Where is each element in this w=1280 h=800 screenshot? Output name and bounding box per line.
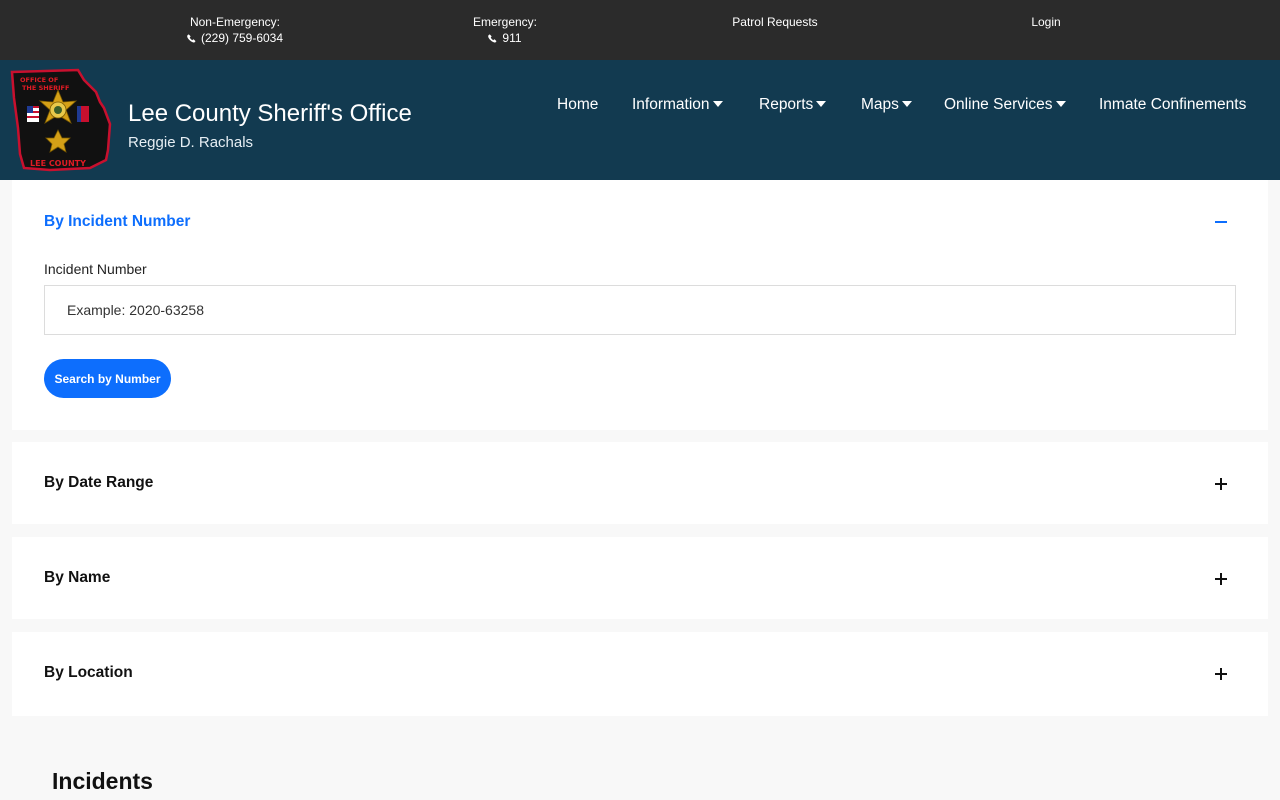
panel-by-name: By Name — [12, 537, 1268, 619]
plus-icon[interactable] — [1214, 667, 1228, 681]
non-emergency-phone: (229) 759-6034 — [200, 31, 284, 45]
nav-reports[interactable]: Reports — [759, 96, 827, 116]
minus-icon[interactable] — [1214, 215, 1228, 229]
panel-header-by-location[interactable]: By Location — [44, 664, 133, 682]
nav-online-services-label: Online Services — [944, 96, 1053, 113]
incidents-heading: Incidents — [52, 768, 153, 794]
nav-online-services[interactable]: Online Services — [944, 96, 1066, 116]
chevron-down-icon — [901, 101, 912, 107]
non-emergency-phone-link[interactable]: (229) 759-6034 — [135, 30, 335, 46]
nav-reports-label: Reports — [759, 96, 814, 113]
phone-icon — [488, 34, 497, 43]
emergency-label: Emergency: — [472, 15, 538, 29]
chevron-down-icon — [1055, 101, 1066, 107]
site-subtitle: Reggie D. Rachals — [128, 134, 254, 151]
emergency-phone-link[interactable]: 911 — [405, 30, 605, 46]
search-by-number-button[interactable]: Search by Number — [44, 359, 171, 398]
login-link[interactable]: Login — [946, 14, 1146, 30]
incident-number-label: Incident Number — [44, 261, 147, 277]
nav-information[interactable]: Information — [632, 96, 723, 116]
site-title[interactable]: Lee County Sheriff's Office — [128, 100, 412, 128]
patrol-requests-link[interactable]: Patrol Requests — [675, 14, 875, 30]
nav-maps[interactable]: Maps — [861, 96, 912, 116]
chevron-down-icon — [816, 101, 827, 107]
emergency-phone: 911 — [502, 31, 522, 45]
chevron-down-icon — [712, 101, 723, 107]
panel-header-by-name[interactable]: By Name — [44, 569, 110, 587]
nav-inmate-confinements-label: Inmate Confinements — [1099, 96, 1247, 113]
panel-header-by-date-range[interactable]: By Date Range — [44, 474, 153, 492]
panel-by-date-range: By Date Range — [12, 442, 1268, 524]
phone-icon — [187, 34, 196, 43]
nav-maps-label: Maps — [861, 96, 899, 113]
emergency-contact: Emergency: 911 — [405, 14, 605, 46]
incident-number-input[interactable] — [44, 285, 1236, 335]
plus-icon[interactable] — [1214, 477, 1228, 491]
logo-text-bottom: LEE COUNTY — [30, 159, 86, 168]
panel-by-incident-number: By Incident Number Incident Number Searc… — [12, 180, 1268, 430]
nav-home[interactable]: Home — [557, 96, 598, 116]
sheriff-badge-logo[interactable]: OFFICE OF THE SHERIFF LEE COUNTY — [10, 68, 112, 172]
non-emergency-label: Non-Emergency: — [189, 15, 281, 29]
plus-icon[interactable] — [1214, 572, 1228, 586]
top-utility-bar: Non-Emergency: (229) 759-6034 Emergency:… — [0, 0, 1280, 60]
non-emergency-contact: Non-Emergency: (229) 759-6034 — [135, 14, 335, 46]
nav-information-label: Information — [632, 96, 710, 113]
panel-by-location: By Location — [12, 632, 1268, 716]
nav-inmate-confinements[interactable]: Inmate Confinements — [1099, 96, 1246, 116]
panel-header-by-incident-number[interactable]: By Incident Number — [44, 213, 190, 231]
nav-home-label: Home — [557, 96, 599, 113]
site-header: OFFICE OF THE SHERIFF LEE COUNTY Lee Coun… — [0, 60, 1280, 180]
